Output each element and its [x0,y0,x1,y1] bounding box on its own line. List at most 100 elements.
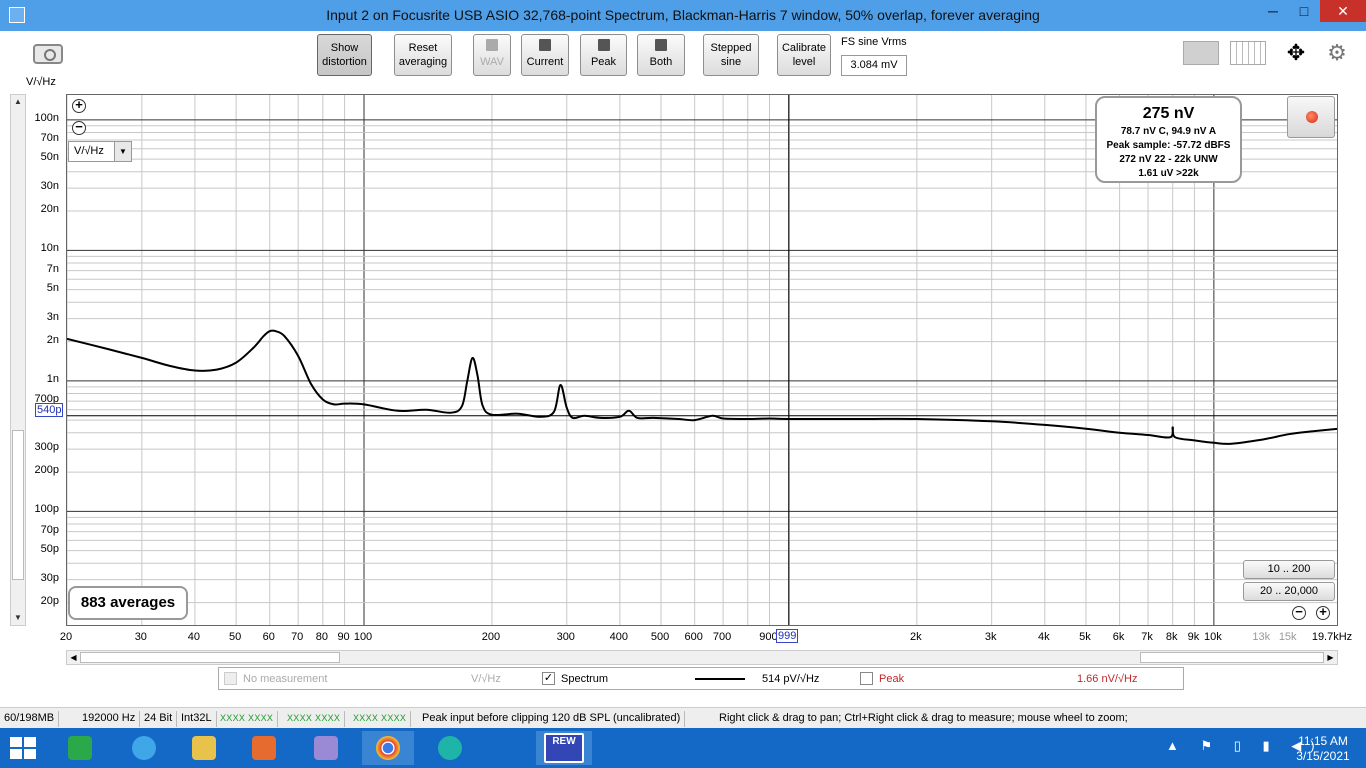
stats-main-value: 275 nV [1142,105,1195,122]
columns-icon[interactable] [1230,41,1266,65]
peak-value: 1.66 nV/√Hz [1077,673,1138,685]
horizontal-scroll-track-left[interactable] [80,652,340,663]
stepped-sine-button[interactable]: Stepped sine [703,34,759,76]
cursor-y-readout: 540p [35,403,64,417]
app-taskbar-icon[interactable] [238,731,290,765]
hint-status: Right click & drag to pan; Ctrl+Right cl… [719,712,1128,724]
windows-start-icon[interactable] [10,737,38,759]
vertical-scroll-thumb[interactable] [12,430,24,580]
ie-taskbar-icon[interactable] [118,731,170,765]
clock-time: 11:15 AM [1298,734,1348,748]
peak-checkbox[interactable] [860,672,873,685]
no-measurement-label: No measurement [243,673,328,685]
y-tick-label: 5n [46,281,59,294]
x-tick-label: 200 [481,631,501,643]
show-distortion-button[interactable]: Show distortion [317,34,372,76]
fs-sine-value[interactable]: 3.084 mV [841,55,907,76]
scroll-up-arrow[interactable]: ▲ [11,97,25,106]
bit-depth-status: 24 Bit [140,711,178,727]
legend-bar: No measurement V/√Hz ✓ Spectrum 514 pV/√… [218,667,1184,690]
spectrum-line-swatch [695,678,745,680]
x-tick-label: 4k [1037,631,1050,643]
y-tick-label: 50p [40,542,59,555]
horizontal-scrollbar[interactable]: ◀ ▶ [66,650,1338,665]
x-tick-label: 90 [337,631,350,643]
y-tick-label: 70n [40,132,59,145]
cursor-x-readout: 999 [776,629,799,643]
scroll-down-arrow[interactable]: ▼ [11,613,25,622]
record-button[interactable] [1287,96,1335,138]
camera-icon[interactable] [33,44,63,64]
calibrate-level-button[interactable]: Calibrate level [777,34,831,76]
save-peak-button[interactable]: Peak [580,34,627,76]
y-tick-label: 30n [40,180,59,193]
minimize-button[interactable]: ─ [1258,0,1288,22]
fit-arrows-icon[interactable]: ✥ [1278,41,1314,65]
window-title: Input 2 on Focusrite USB ASIO 32,768-poi… [326,7,1040,23]
taskbar: REW ▲ ⚑ ▯ ▮ ◀) 11:15 AM 3/15/2021 [0,728,1366,768]
y-zoom-in-button[interactable]: + [72,98,86,113]
app-taskbar-icon[interactable] [300,731,352,765]
x-tick-label: 10k [1203,631,1222,643]
x-zoom-in-button[interactable]: + [1316,605,1330,620]
spectrum-checkbox[interactable]: ✓ [542,672,555,685]
x-tick-label: 700 [712,631,732,643]
chrome-taskbar-icon[interactable] [362,731,414,765]
x-tick-label: 50 [228,631,242,643]
stats-box: 275 nV 78.7 nV C, 94.9 nV A Peak sample:… [1095,96,1242,183]
y-tick-label: 20n [40,203,59,216]
spectrum-value: 514 pV/√Hz [762,673,820,685]
chevron-down-icon[interactable]: ▼ [114,142,131,161]
format-status: Int32L [177,711,217,727]
stats-line: 1.61 uV >22k [1138,168,1199,179]
x-tick-label: 30 [134,631,147,643]
no-measurement-checkbox[interactable] [224,672,237,685]
rew-taskbar-icon[interactable]: REW [536,731,592,765]
reset-averaging-button[interactable]: Reset averaging [394,34,452,76]
y-tick-label: 3n [46,310,59,323]
x-tick-label: 5k [1079,631,1091,643]
spectrum-label: Spectrum [561,673,609,685]
stats-line: 272 nV 22 - 22k UNW [1119,154,1218,165]
y-tick-label: 20p [40,594,59,607]
x-tick-label: 9k [1187,631,1200,643]
save-both-button[interactable]: Both [637,34,685,76]
gear-icon[interactable]: ⚙ [1324,41,1350,65]
unit-select[interactable]: V/√Hz ▼ [68,141,132,162]
x-tick-label: 70 [291,631,304,643]
wav-button[interactable]: WAV [473,34,511,76]
x-tick-label: 20 [59,631,73,643]
x-tick-label: 3k [984,631,997,643]
close-button[interactable]: ✕ [1320,0,1366,22]
range-20-20000-button[interactable]: 20 .. 20,000 [1243,582,1335,601]
y-zoom-out-button[interactable]: − [72,120,86,135]
vertical-scrollbar[interactable]: ▲ ▼ [10,94,26,626]
panel-layout-icon[interactable] [1183,41,1219,65]
level-meter: XXXX XXXX [283,711,346,727]
x-tick-label: 300 [556,631,575,643]
scroll-right-arrow[interactable]: ▶ [1324,651,1337,664]
edge-taskbar-icon[interactable] [424,731,476,765]
x-tick-label: 80 [315,631,328,643]
floppy-icon [655,39,667,51]
x-tick-label: 600 [684,631,703,643]
y-tick-label: 200p [34,464,59,477]
y-tick-label: 70p [40,523,59,536]
x-tick-label: 19.7kHz [1311,631,1353,643]
clock[interactable]: 11:15 AM 3/15/2021 [1288,734,1358,764]
save-current-button[interactable]: Current [521,34,569,76]
x-tick-label: 100 [353,631,373,643]
stats-line: Peak sample: -57.72 dBFS [1106,140,1231,151]
store-taskbar-icon[interactable] [54,731,106,765]
scroll-left-arrow[interactable]: ◀ [67,651,80,664]
x-zoom-out-button[interactable]: − [1292,605,1306,620]
fs-sine-label: FS sine Vrms [841,36,907,48]
y-unit-label: V/√Hz [26,76,56,88]
range-10-200-button[interactable]: 10 .. 200 [1243,560,1335,579]
x-tick-label: 13k [1252,631,1271,643]
averages-count: 883 averages [68,586,188,620]
y-tick-label: 300p [34,441,59,454]
explorer-taskbar-icon[interactable] [178,731,230,765]
horizontal-scroll-track-right[interactable] [1140,652,1324,663]
maximize-button[interactable]: □ [1289,0,1319,22]
